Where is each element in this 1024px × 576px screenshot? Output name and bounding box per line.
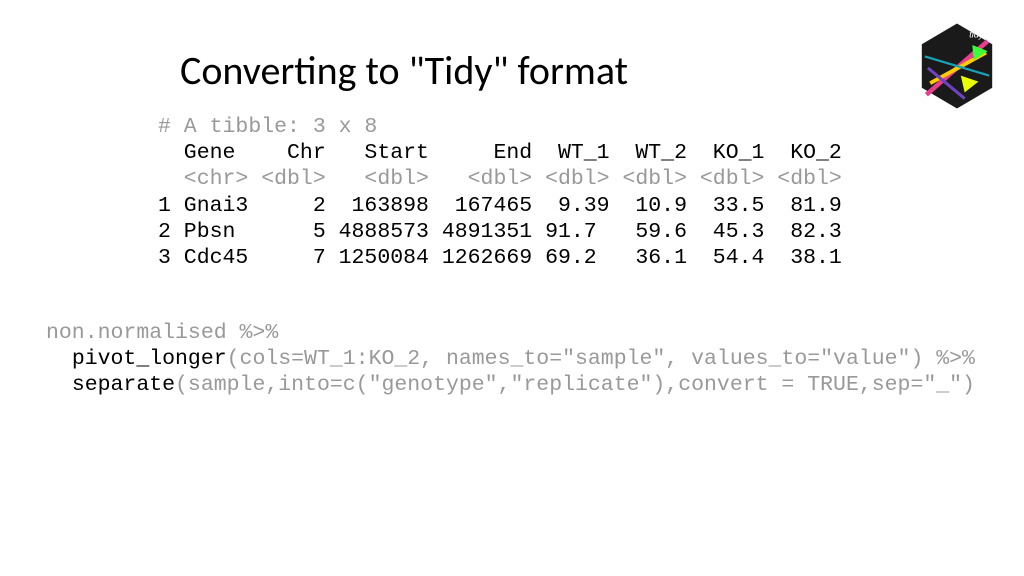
page-title: Converting to "Tidy" format — [180, 46, 628, 95]
code-line: pivot_longer(cols=WT_1:KO_2, names_to="s… — [46, 347, 975, 371]
tibble-output: # A tibble: 3 x 8 Gene Chr Start End WT_… — [158, 114, 842, 271]
code-line: non.normalised %>% — [46, 321, 278, 345]
svg-text:tidyr: tidyr — [969, 29, 987, 39]
fn-pivot-longer: pivot_longer — [72, 347, 227, 371]
tidyr-hex-logo: tidyr — [918, 22, 996, 110]
r-code-block: non.normalised %>% pivot_longer(cols=WT_… — [46, 320, 975, 399]
fn-separate: separate — [72, 373, 175, 397]
tibble-header-comment: # A tibble: 3 x 8 — [158, 115, 377, 139]
table-row: 1 Gnai3 2 163898 167465 9.39 10.9 33.5 8… — [158, 194, 842, 218]
table-row: 2 Pbsn 5 4888573 4891351 91.7 59.6 45.3 … — [158, 220, 842, 244]
code-line: separate(sample,into=c("genotype","repli… — [46, 373, 975, 397]
tibble-type-row: <chr> <dbl> <dbl> <dbl> <dbl> <dbl> <dbl… — [158, 167, 842, 191]
tibble-col-header: Gene Chr Start End WT_1 WT_2 KO_1 KO_2 — [158, 141, 842, 165]
table-row: 3 Cdc45 7 1250084 1262669 69.2 36.1 54.4… — [158, 246, 842, 270]
